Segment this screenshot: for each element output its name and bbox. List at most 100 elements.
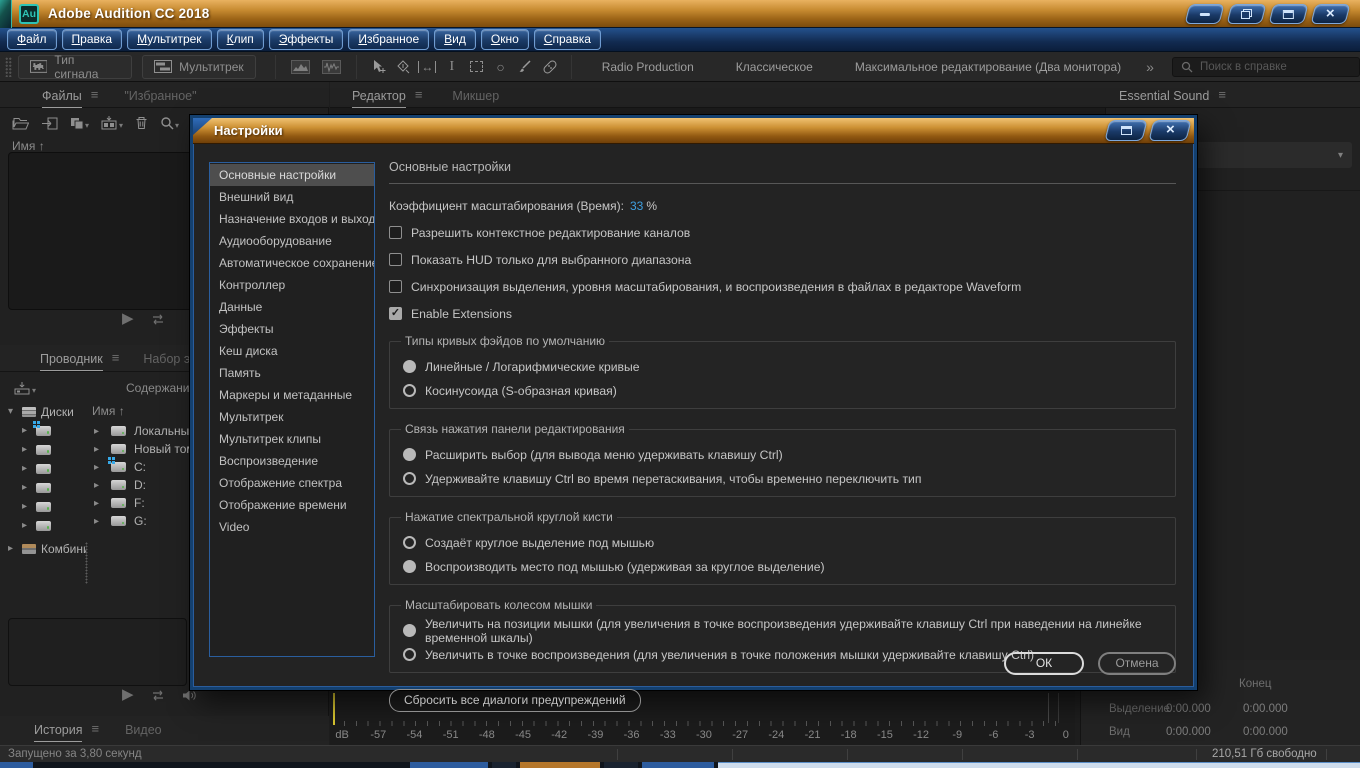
tree-drive-item[interactable]: ▸ (8, 421, 86, 440)
menu-item[interactable]: Эффекты (269, 29, 344, 50)
preferences-category-item[interactable]: Основные настройки (210, 164, 374, 186)
dialog-titlebar[interactable]: Настройки (193, 118, 1194, 144)
slip-tool[interactable]: ↔ (415, 55, 439, 79)
tab-favorites[interactable]: "Избранное" (124, 89, 196, 103)
chevron-right-icon[interactable]: ▸ (94, 426, 103, 437)
multitrack-view-button[interactable]: Мультитрек (142, 55, 255, 79)
preferences-category-item[interactable]: Внешний вид (210, 186, 374, 208)
radio-selected[interactable] (403, 560, 416, 573)
window-titlebar[interactable]: Au Adobe Audition CC 2018 × (0, 0, 1360, 28)
chevron-right-icon[interactable]: ▸ (94, 480, 103, 491)
dialog-close-button[interactable]: × (1148, 120, 1191, 141)
new-file-button[interactable]: ▾ (70, 117, 89, 130)
shade-button[interactable] (1269, 4, 1309, 24)
radio-row[interactable]: Косинусоида (S-образная кривая) (403, 383, 1162, 398)
preferences-category-item[interactable]: Память (210, 362, 374, 384)
preferences-category-item[interactable]: Мультитрек (210, 406, 374, 428)
preferences-category-item[interactable]: Назначение входов и выходов (210, 208, 374, 230)
checkbox[interactable]: ✓ (389, 280, 402, 293)
menu-item[interactable]: Мультитрек (127, 29, 212, 50)
radio-selected[interactable] (403, 448, 416, 461)
radio-row[interactable]: Воспроизводить место под мышью (удержива… (403, 559, 1162, 574)
workspace-overflow-button[interactable]: » (1146, 59, 1154, 75)
menu-item[interactable]: Правка (62, 29, 123, 50)
minimize-button[interactable] (1185, 4, 1225, 24)
menu-item[interactable]: Клип (217, 29, 264, 50)
play-button[interactable]: ▶ (122, 688, 134, 702)
preferences-category-item[interactable]: Отображение спектра (210, 472, 374, 494)
preferences-category-item[interactable]: Video (210, 516, 374, 538)
marquee-selection-tool[interactable] (464, 55, 488, 79)
help-search-box[interactable]: Поиск в справке (1172, 57, 1360, 77)
tree-drive-item[interactable]: ▸ (8, 516, 86, 535)
essential-sound-menu-icon[interactable]: ≡ (1218, 89, 1226, 107)
menu-item[interactable]: Вид (434, 29, 476, 50)
checkbox-row[interactable]: ✓ Enable Extensions (389, 306, 1176, 321)
chevron-down-icon[interactable]: ▾ (8, 406, 17, 417)
play-button[interactable]: ▶ (122, 312, 134, 326)
preferences-category-item[interactable]: Мультитрек клипы (210, 428, 374, 450)
tree-drive-item[interactable]: ▸ (8, 459, 86, 478)
history-panel-menu-icon[interactable]: ≡ (91, 723, 99, 735)
preferences-category-item[interactable]: Данные (210, 296, 374, 318)
tab-history[interactable]: История (34, 723, 82, 742)
waveform-view-button[interactable]: Тип сигнала (18, 55, 132, 79)
import-file-button[interactable] (41, 117, 58, 130)
chevron-right-icon[interactable]: ▸ (94, 444, 103, 455)
delete-button[interactable] (135, 116, 148, 130)
reset-warning-dialogs-button[interactable]: Сбросить все диалоги предупреждений (389, 689, 641, 712)
menu-item[interactable]: Справка (534, 29, 601, 50)
workspace-item[interactable]: Максимальное редактирование (Два монитор… (834, 60, 1142, 74)
preferences-category-item[interactable]: Автоматическое сохранение (210, 252, 374, 274)
tab-mixer[interactable]: Микшер (452, 89, 499, 107)
radio-row[interactable]: Линейные / Логарифмические кривые (403, 359, 1162, 374)
tree-root-combined[interactable]: ▸ Комбинированные (8, 539, 86, 558)
checkbox-row[interactable]: ✓ Показать HUD только для выбранного диа… (389, 252, 1176, 267)
lasso-selection-tool[interactable]: ○ (488, 55, 512, 79)
menu-item[interactable]: Файл (7, 29, 57, 50)
chevron-right-icon[interactable]: ▸ (94, 498, 103, 509)
spectral-display-button[interactable] (287, 56, 314, 78)
tab-editor[interactable]: Редактор (352, 89, 406, 107)
radio-row[interactable]: Увеличить на позиции мышки (для увеличен… (403, 623, 1162, 638)
radio-row[interactable]: Удерживайте клавишу Ctrl во время перета… (403, 471, 1162, 486)
preferences-category-item[interactable]: Эффекты (210, 318, 374, 340)
menu-item[interactable]: Окно (481, 29, 529, 50)
radio-unselected[interactable] (403, 384, 416, 397)
files-name-column-header[interactable]: Имя ↑ (12, 139, 45, 153)
explorer-panel-menu-icon[interactable]: ≡ (112, 352, 120, 364)
speaker-button[interactable] (182, 689, 197, 702)
radio-row[interactable]: Создаёт круглое выделение под мышью (403, 535, 1162, 550)
editor-panel-menu-icon[interactable]: ≡ (415, 89, 423, 107)
waveform-display-button[interactable] (318, 56, 345, 78)
checkbox-row[interactable]: ✓ Синхронизация выделения, уровня масшта… (389, 279, 1176, 294)
preferences-category-item[interactable]: Контроллер (210, 274, 374, 296)
tree-drive-item[interactable]: ▸ (8, 497, 86, 516)
import-media-button[interactable]: ▾ (14, 381, 36, 395)
menu-item[interactable]: Избранное (348, 29, 429, 50)
tab-video[interactable]: Видео (125, 723, 162, 737)
tab-files[interactable]: Файлы (42, 89, 82, 108)
time-selection-tool[interactable]: I (440, 55, 464, 79)
search-files-button[interactable]: ▾ (160, 116, 179, 130)
toolbar-grip[interactable] (5, 57, 12, 77)
preferences-category-item[interactable]: Отображение времени (210, 494, 374, 516)
files-panel-menu-icon[interactable]: ≡ (91, 89, 99, 101)
preferences-category-item[interactable]: Воспроизведение (210, 450, 374, 472)
loop-button[interactable] (150, 313, 166, 326)
preferences-category-item[interactable]: Аудиооборудование (210, 230, 374, 252)
insert-into-multitrack-button[interactable]: ▾ (101, 116, 123, 130)
tab-essential-sound[interactable]: Essential Sound (1119, 89, 1209, 107)
preferences-category-item[interactable]: Маркеры и метаданные (210, 384, 374, 406)
checkbox[interactable]: ✓ (389, 226, 402, 239)
tree-drive-item[interactable]: ▸ (8, 440, 86, 459)
spot-healing-brush-tool[interactable] (537, 55, 561, 79)
radio-selected[interactable] (403, 624, 416, 637)
chevron-right-icon[interactable]: ▸ (94, 462, 103, 473)
radio-unselected[interactable] (403, 648, 416, 661)
tab-explorer[interactable]: Проводник (40, 352, 103, 371)
move-tool[interactable] (366, 55, 390, 79)
chevron-right-icon[interactable]: ▸ (94, 516, 103, 527)
tree-root-drives[interactable]: ▾ Диски (8, 402, 86, 421)
zoom-factor-value[interactable]: 33 (630, 199, 643, 213)
